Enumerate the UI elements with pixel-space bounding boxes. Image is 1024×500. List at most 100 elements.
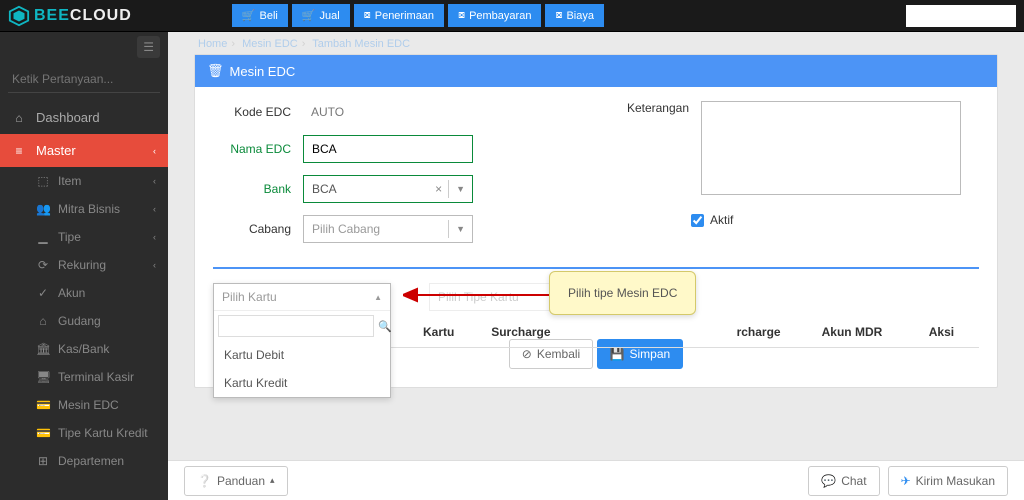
content: Home› Mesin EDC› Tambah Mesin EDC 🗑 Mesi… [168,32,1024,500]
cash-icon: ⧇ [555,9,562,22]
breadcrumb-item[interactable]: Home [198,38,227,50]
chevron-up-icon: ▴ [270,475,275,486]
dropdown-filter-input[interactable] [218,315,374,337]
cash-icon: ⧇ [458,9,465,22]
search-icon: 🔍 [378,320,392,333]
beli-button[interactable]: 🛒Beli [232,4,288,27]
brand-text-1: BEE [34,7,70,24]
sidebar-search-input[interactable] [8,66,168,92]
save-icon: 🗑 [207,63,224,79]
cycle-icon: ⟳ [36,258,50,272]
cash-icon: ⧇ [364,9,371,22]
top-search-input[interactable] [906,5,1016,27]
sidebar-sub-akun[interactable]: ✓Akun [0,279,168,307]
chevron-icon: ‹ [153,260,156,270]
sidebar-sub-item[interactable]: ⬚Item‹ [0,167,168,195]
check-icon: ✓ [36,286,50,300]
dropdown-option-kredit[interactable]: Kartu Kredit [214,369,390,397]
dropdown-pilih-kartu: Pilih Kartu ▲ 🔍 Kartu Debit Kartu Kredit [213,283,391,398]
terminal-icon: 🖥 [36,370,50,384]
th-akun-mdr: Akun MDR [812,317,919,348]
row-nama: Nama EDC [213,135,581,163]
dropdown-option-debit[interactable]: Kartu Debit [214,341,390,369]
chevron-left-icon: ‹ [153,146,156,156]
top-buttons: 🛒Beli 🛒Jual ⧇Penerimaan ⧇Pembayaran ⧇Bia… [232,4,604,27]
brand-text-2: CLOUD [70,7,132,24]
chevron-icon: ‹ [153,204,156,214]
logo-icon [8,5,30,27]
sidebar-item-master[interactable]: ≡Master‹ [0,134,168,167]
th-surcharge: Surcharge [481,317,586,348]
jual-button[interactable]: 🛒Jual [292,4,350,27]
label-keterangan: Keterangan [611,101,701,115]
hamburger-icon[interactable]: ☰ [137,36,160,58]
form: Kode EDC AUTO Nama EDC Bank BCA × ▼ C [195,87,997,261]
th-rcharge: rcharge [727,317,812,348]
sidebar-toggle: ☰ [0,32,168,62]
card-icon: 💳 [36,426,50,440]
save-icon: 💾 [610,347,625,361]
sidebar-sub-rekuring[interactable]: ⟳Rekuring‹ [0,251,168,279]
biaya-button[interactable]: ⧇Biaya [545,4,604,27]
select-bank-value: BCA [304,176,429,202]
dashboard-icon: ⌂ [12,111,26,125]
label-aktif: Aktif [710,213,733,227]
chevron-icon: ‹ [153,232,156,242]
bank-icon: 🏛 [36,342,50,356]
topbar: BEECLOUD 🛒Beli 🛒Jual ⧇Penerimaan ⧇Pembay… [0,0,1024,32]
bars-icon: ▁ [36,230,50,244]
row-kode: Kode EDC AUTO [213,101,581,123]
sidebar-sub-tipe[interactable]: ▁Tipe‹ [0,223,168,251]
cart-icon: 🛒 [242,9,256,22]
sidebar-sub-mitra[interactable]: 👥Mitra Bisnis‹ [0,195,168,223]
checkbox-aktif[interactable] [691,214,704,227]
row-keterangan: Keterangan [611,101,979,195]
cart-icon: 🛒 [302,9,316,22]
input-nama-edc[interactable] [303,135,473,163]
row-bank: Bank BCA × ▼ [213,175,581,203]
logo[interactable]: BEECLOUD [8,5,132,27]
select-cabang[interactable]: Pilih Cabang ▼ [303,215,473,243]
sidebar-sub-terminal[interactable]: 🖥Terminal Kasir [0,363,168,391]
select-bank[interactable]: BCA × ▼ [303,175,473,203]
footer: ❔Panduan ▴ 💬Chat ✈Kirim Masukan [168,460,1024,500]
sidebar-sub-tipe-kartu[interactable]: 💳Tipe Kartu Kredit [0,419,168,447]
chevron-icon: ‹ [153,176,156,186]
pembayaran-button[interactable]: ⧇Pembayaran [448,4,541,27]
breadcrumb: Home› Mesin EDC› Tambah Mesin EDC [168,32,1024,52]
dropdown-selected[interactable]: Pilih Kartu ▲ [214,284,390,310]
annotation-arrow [403,285,553,305]
sidebar-sub-mesin-edc[interactable]: 💳Mesin EDC [0,391,168,419]
main-panel: 🗑 Mesin EDC Kode EDC AUTO Nama EDC Bank … [194,54,998,388]
row-aktif: Aktif [691,213,979,227]
sidebar-sub-gudang[interactable]: ⌂Gudang [0,307,168,335]
sidebar-sub-departemen[interactable]: ⊞Departemen [0,447,168,475]
clear-icon[interactable]: × [429,182,448,196]
breadcrumb-item: Tambah Mesin EDC [312,38,410,50]
chevron-down-icon[interactable]: ▼ [448,220,472,238]
label-kode: Kode EDC [213,105,303,119]
label-cabang: Cabang [213,222,303,236]
chevron-down-icon[interactable]: ▼ [448,180,472,198]
card-icon: 💳 [36,398,50,412]
chat-icon: 💬 [821,474,836,488]
penerimaan-button[interactable]: ⧇Penerimaan [354,4,444,27]
sidebar-sub-kasbank[interactable]: 🏛Kas/Bank [0,335,168,363]
people-icon: 👥 [36,202,50,216]
value-kode: AUTO [303,101,352,123]
help-icon: ❔ [197,474,212,488]
cube-icon: ⬚ [36,174,50,188]
panduan-button[interactable]: ❔Panduan ▴ [184,466,288,496]
label-nama: Nama EDC [213,142,303,156]
sidebar-item-dashboard[interactable]: ⌂Dashboard [0,101,168,134]
home-icon: ⌂ [36,314,50,328]
chat-button[interactable]: 💬Chat [808,466,879,496]
sitemap-icon: ⊞ [36,454,50,468]
kirim-masukan-button[interactable]: ✈Kirim Masukan [888,466,1008,496]
breadcrumb-item[interactable]: Mesin EDC [242,38,298,50]
textarea-keterangan[interactable] [701,101,961,195]
back-icon: ⊘ [522,347,532,361]
select-cabang-placeholder: Pilih Cabang [304,216,448,242]
sidebar-search: 🔍 [8,66,160,93]
th-kartu: Kartu [413,317,481,348]
